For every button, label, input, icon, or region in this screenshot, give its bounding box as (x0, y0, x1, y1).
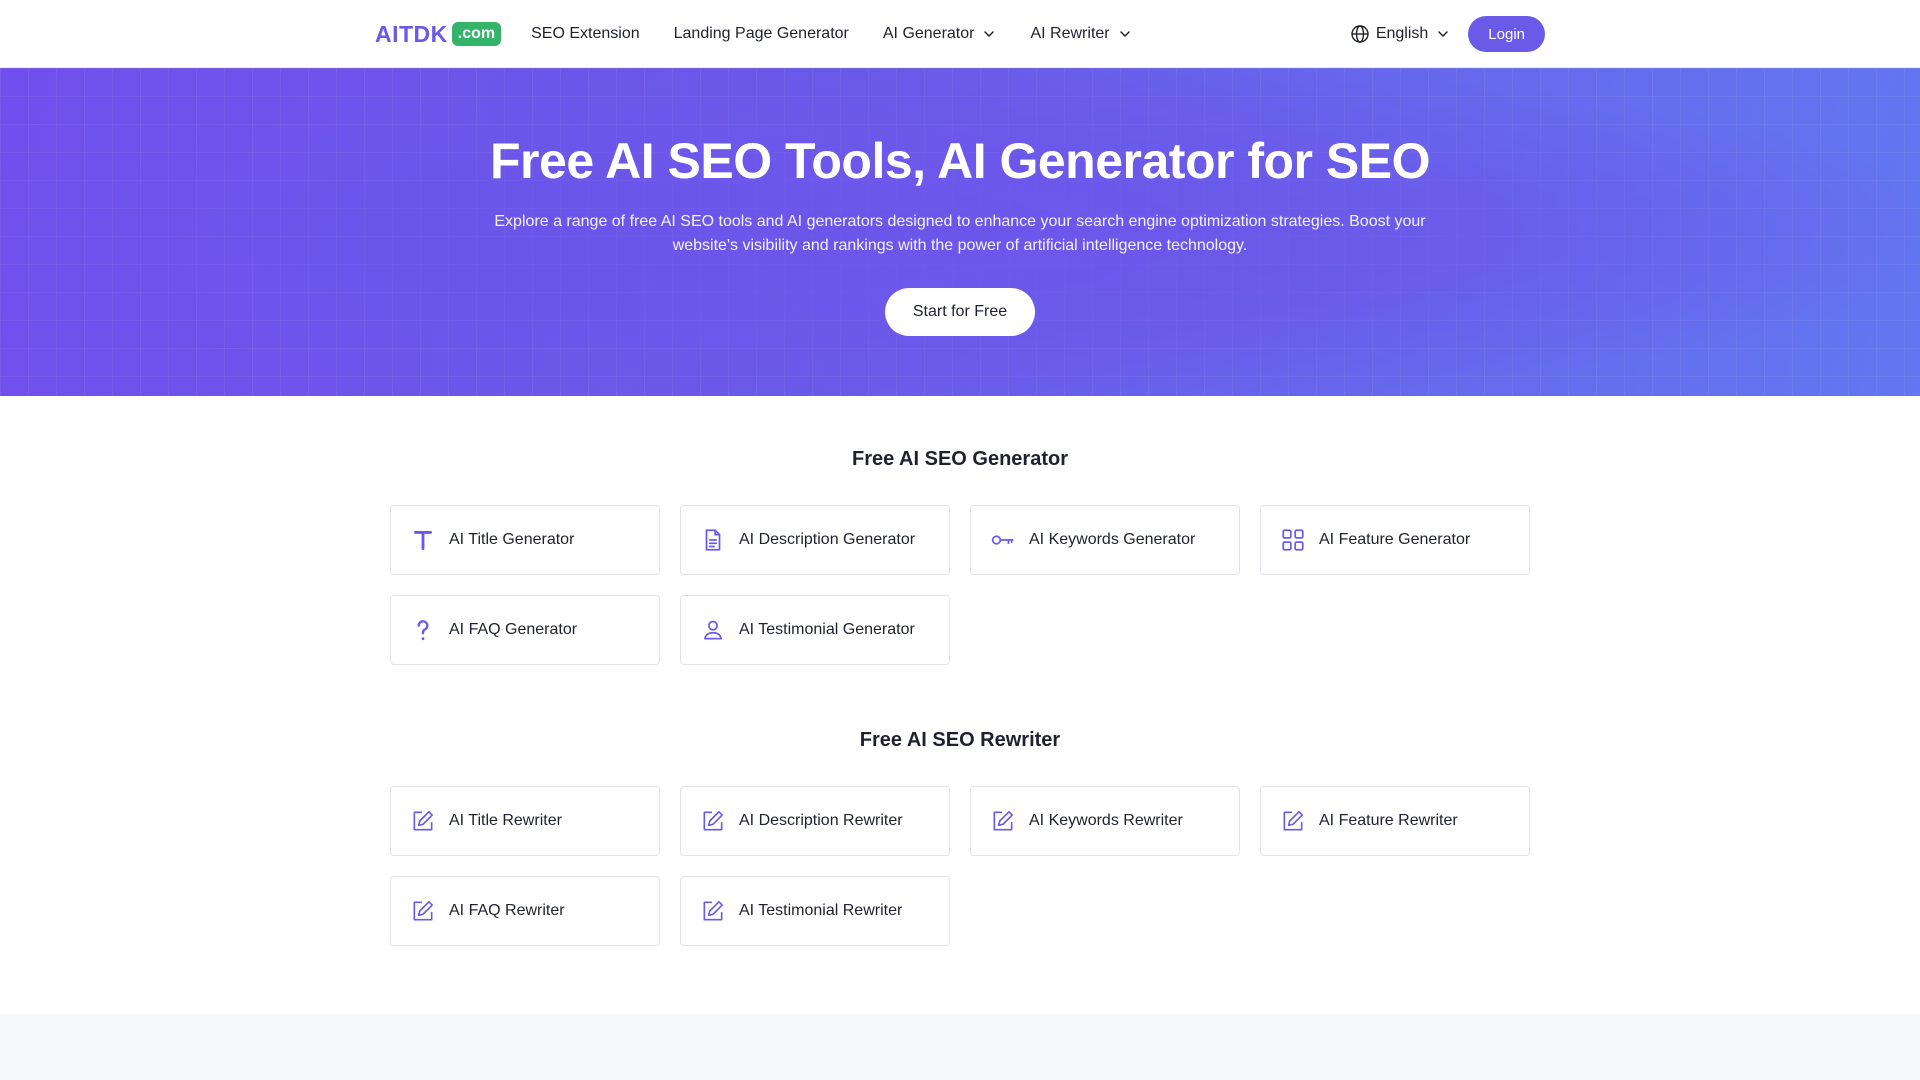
ai-description-rewriter-card[interactable]: AI Description Rewriter (680, 786, 950, 856)
ai-testimonial-generator-card[interactable]: AI Testimonial Generator (680, 595, 950, 665)
ai-keywords-rewriter-card[interactable]: AI Keywords Rewriter (970, 786, 1240, 856)
chevron-down-icon (1438, 31, 1449, 37)
card-label: AI Keywords Rewriter (1029, 812, 1183, 829)
chevron-down-icon (1119, 31, 1130, 37)
ai-keywords-generator-card[interactable]: AI Keywords Generator (970, 505, 1240, 575)
edit-icon (1279, 807, 1307, 835)
logo-badge: .com (451, 22, 502, 46)
ai-title-generator-card[interactable]: AI Title Generator (390, 505, 660, 575)
card-label: AI Description Generator (739, 531, 916, 548)
card-label: AI FAQ Generator (449, 621, 578, 638)
card-label: AI Feature Rewriter (1319, 812, 1458, 829)
generator-section-title: Free AI SEO Generator (852, 448, 1068, 470)
question-icon (409, 616, 437, 644)
nav-label: Landing Page Generator (673, 25, 849, 42)
user-icon (699, 616, 727, 644)
nav-label: AI Rewriter (1030, 25, 1110, 42)
hero-description: Explore a range of free AI SEO tools and… (494, 213, 1426, 254)
card-label: AI Title Rewriter (449, 812, 562, 829)
rewriter-section-title: Free AI SEO Rewriter (859, 729, 1061, 751)
key-icon (989, 526, 1017, 554)
card-label: AI Testimonial Generator (739, 621, 915, 638)
edit-icon (699, 897, 727, 925)
nav-landing-page-generator[interactable]: Landing Page Generator (674, 25, 849, 43)
start-for-free-button[interactable]: Start for Free (884, 288, 1036, 336)
login-button[interactable]: Login (1468, 16, 1545, 52)
card-label: AI Testimonial Rewriter (739, 902, 903, 919)
nav-label: AI Generator (882, 25, 975, 42)
rewriter-grid: AI Title Rewriter AI Description Rewrite… (390, 786, 1530, 946)
ai-faq-rewriter-card[interactable]: AI FAQ Rewriter (390, 876, 660, 946)
card-label: AI FAQ Rewriter (449, 902, 565, 919)
edit-icon (989, 807, 1017, 835)
nav-label: SEO Extension (531, 25, 640, 42)
document-icon (699, 526, 727, 554)
logo-text: AITDK (375, 20, 448, 47)
generator-grid: AI Title Generator AI Description Genera… (390, 505, 1530, 665)
edit-icon (409, 897, 437, 925)
chevron-down-icon (984, 31, 995, 37)
globe-icon (1351, 25, 1369, 43)
card-label: AI Title Generator (449, 531, 575, 548)
card-label: AI Feature Generator (1319, 531, 1471, 548)
generator-section: Free AI SEO Generator AI Title Generator… (390, 396, 1530, 665)
logo[interactable]: AITDK .com (375, 20, 502, 48)
ai-title-rewriter-card[interactable]: AI Title Rewriter (390, 786, 660, 856)
edit-icon (699, 807, 727, 835)
rewriter-section: Free AI SEO Rewriter AI Title Rewriter A… (390, 665, 1530, 946)
nav-ai-generator[interactable]: AI Generator (883, 25, 997, 43)
site-header: AITDK .com SEO Extension Landing Page Ge… (0, 0, 1920, 68)
page-title: Free AI SEO Tools, AI Generator for SEO (490, 133, 1430, 189)
nav-ai-rewriter[interactable]: AI Rewriter (1030, 25, 1131, 43)
ai-faq-generator-card[interactable]: AI FAQ Generator (390, 595, 660, 665)
hero: Free AI SEO Tools, AI Generator for SEO … (0, 68, 1920, 396)
language-label: English (1375, 25, 1429, 42)
card-label: AI Description Rewriter (739, 812, 903, 829)
ai-feature-rewriter-card[interactable]: AI Feature Rewriter (1260, 786, 1530, 856)
ai-feature-generator-card[interactable]: AI Feature Generator (1260, 505, 1530, 575)
language-selector[interactable]: English (1350, 24, 1450, 44)
card-label: AI Keywords Generator (1029, 531, 1196, 548)
nav-seo-extension[interactable]: SEO Extension (531, 25, 640, 43)
footer-band (0, 1014, 1920, 1080)
text-t-icon (409, 526, 437, 554)
ai-testimonial-rewriter-card[interactable]: AI Testimonial Rewriter (680, 876, 950, 946)
grid-icon (1279, 526, 1307, 554)
ai-description-generator-card[interactable]: AI Description Generator (680, 505, 950, 575)
edit-icon (409, 807, 437, 835)
main-nav: SEO Extension Landing Page Generator AI … (531, 25, 1165, 43)
